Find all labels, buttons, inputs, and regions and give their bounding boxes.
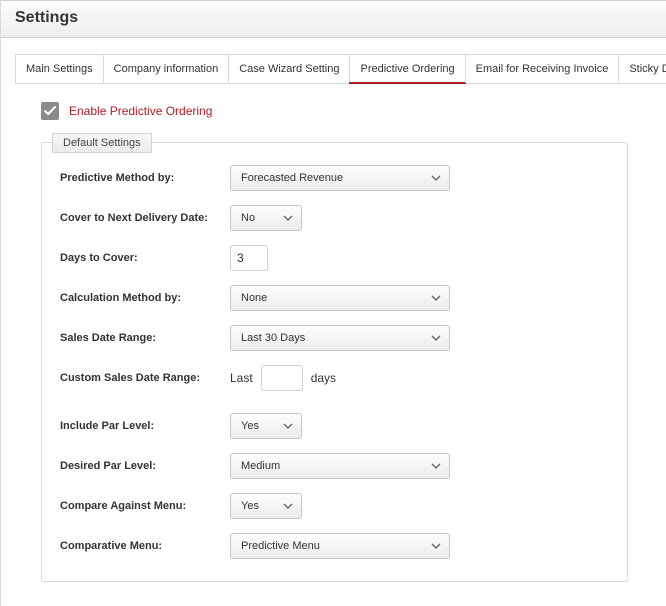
- row-calc-method: Calculation Method by: None: [60, 285, 609, 311]
- check-icon: [44, 105, 56, 117]
- chevron-down-icon: [283, 215, 293, 221]
- select-comparative-menu[interactable]: Predictive Menu: [230, 533, 450, 559]
- select-value: No: [241, 212, 255, 224]
- fieldset-legend: Default Settings: [52, 133, 152, 153]
- tab-main-settings[interactable]: Main Settings: [15, 54, 104, 83]
- tab-email-for-receiving-invoice[interactable]: Email for Receiving Invoice: [465, 54, 620, 83]
- select-predictive-method[interactable]: Forecasted Revenue: [230, 165, 450, 191]
- chevron-down-icon: [283, 503, 293, 509]
- default-settings-fieldset: Default Settings Predictive Method by: F…: [41, 142, 628, 582]
- label-predictive-method: Predictive Method by:: [60, 172, 230, 184]
- select-value: Last 30 Days: [241, 332, 305, 344]
- label-calc-method: Calculation Method by:: [60, 292, 230, 304]
- select-value: Predictive Menu: [241, 540, 320, 552]
- select-desired-par[interactable]: Medium: [230, 453, 450, 479]
- chevron-down-icon: [283, 423, 293, 429]
- custom-range-suffix: days: [311, 371, 336, 385]
- row-include-par: Include Par Level: Yes: [60, 413, 609, 439]
- select-value: None: [241, 292, 267, 304]
- row-sales-date-range: Sales Date Range: Last 30 Days: [60, 325, 609, 351]
- tab-panel-predictive-ordering: Enable Predictive Ordering Default Setti…: [15, 84, 666, 606]
- enable-predictive-ordering-checkbox[interactable]: [41, 102, 59, 120]
- row-compare-menu: Compare Against Menu: Yes: [60, 493, 609, 519]
- label-days-to-cover: Days to Cover:: [60, 252, 230, 264]
- chevron-down-icon: [431, 463, 441, 469]
- select-value: Medium: [241, 460, 280, 472]
- row-custom-sales-range: Custom Sales Date Range: Last days: [60, 365, 609, 391]
- select-compare-menu[interactable]: Yes: [230, 493, 302, 519]
- select-cover-next-delivery[interactable]: No: [230, 205, 302, 231]
- select-sales-date-range[interactable]: Last 30 Days: [230, 325, 450, 351]
- label-desired-par: Desired Par Level:: [60, 460, 230, 472]
- tab-bar: Main Settings Company information Case W…: [15, 54, 666, 84]
- row-desired-par: Desired Par Level: Medium: [60, 453, 609, 479]
- select-value: Yes: [241, 420, 259, 432]
- row-cover-next-delivery: Cover to Next Delivery Date: No: [60, 205, 609, 231]
- header-bar: Settings: [1, 0, 666, 38]
- tab-predictive-ordering[interactable]: Predictive Ordering: [349, 54, 465, 83]
- select-value: Forecasted Revenue: [241, 172, 343, 184]
- settings-frame: Settings Main Settings Company informati…: [0, 0, 666, 606]
- body: Main Settings Company information Case W…: [1, 38, 666, 606]
- custom-range-prefix: Last: [230, 371, 253, 385]
- tab-case-wizard-setting[interactable]: Case Wizard Setting: [228, 54, 350, 83]
- tab-sticky-dates-integration[interactable]: Sticky Dates Integration: [618, 54, 666, 83]
- page-title: Settings: [15, 9, 652, 27]
- select-value: Yes: [241, 500, 259, 512]
- chevron-down-icon: [431, 543, 441, 549]
- label-compare-menu: Compare Against Menu:: [60, 500, 230, 512]
- enable-row: Enable Predictive Ordering: [41, 102, 648, 120]
- input-custom-sales-range-days[interactable]: [261, 365, 303, 391]
- chevron-down-icon: [431, 175, 441, 181]
- row-days-to-cover: Days to Cover:: [60, 245, 609, 271]
- label-comparative-menu: Comparative Menu:: [60, 540, 230, 552]
- label-cover-next-delivery: Cover to Next Delivery Date:: [60, 212, 230, 224]
- enable-predictive-ordering-label: Enable Predictive Ordering: [69, 104, 212, 118]
- select-include-par[interactable]: Yes: [230, 413, 302, 439]
- row-predictive-method: Predictive Method by: Forecasted Revenue: [60, 165, 609, 191]
- tab-company-information[interactable]: Company information: [103, 54, 230, 83]
- label-sales-date-range: Sales Date Range:: [60, 332, 230, 344]
- row-comparative-menu: Comparative Menu: Predictive Menu: [60, 533, 609, 559]
- label-include-par: Include Par Level:: [60, 420, 230, 432]
- chevron-down-icon: [431, 295, 441, 301]
- chevron-down-icon: [431, 335, 441, 341]
- label-custom-sales-range: Custom Sales Date Range:: [60, 372, 230, 384]
- select-calc-method[interactable]: None: [230, 285, 450, 311]
- input-days-to-cover[interactable]: [230, 245, 268, 271]
